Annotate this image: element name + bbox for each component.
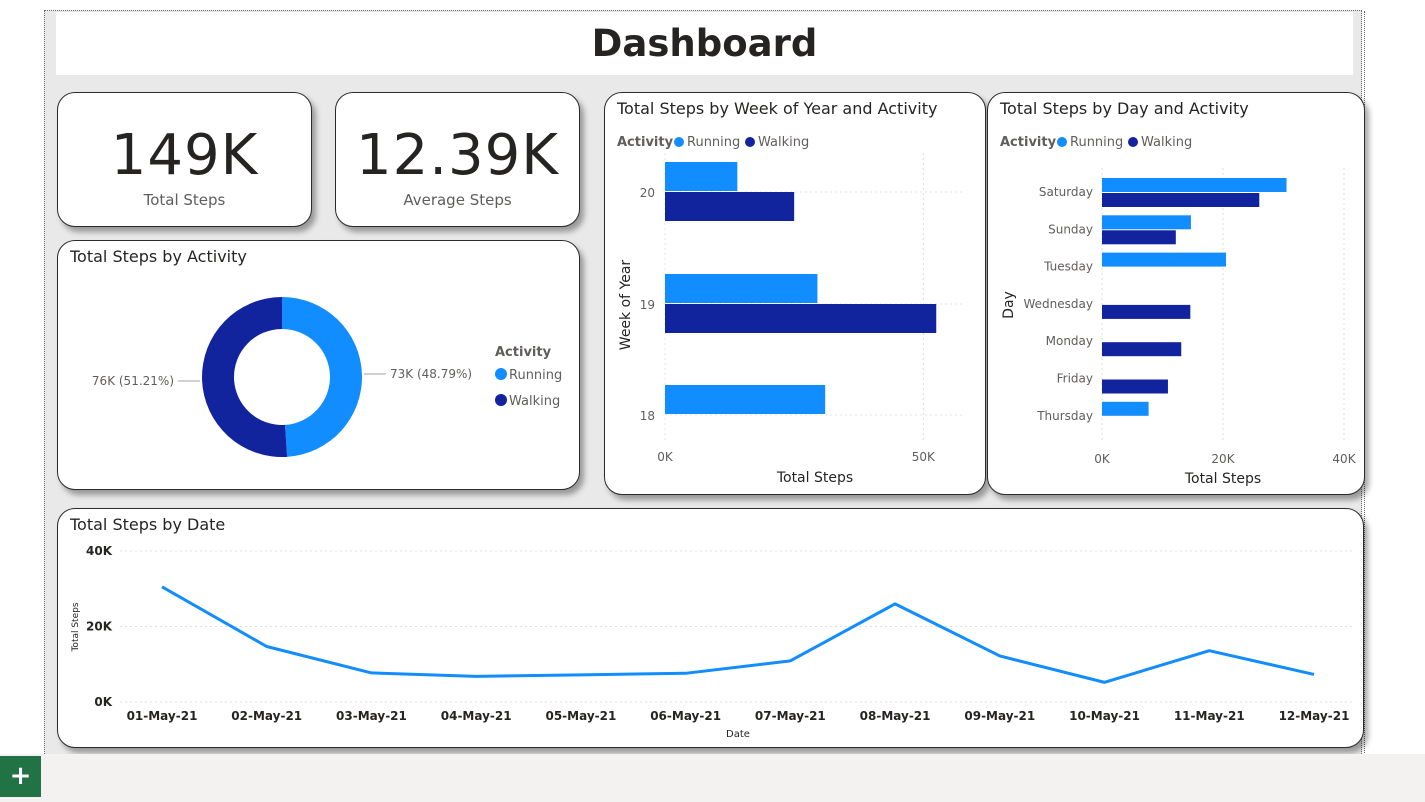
y-tick-label: 19 — [640, 298, 655, 312]
add-page-button[interactable]: + — [0, 756, 41, 797]
donut-chart-card[interactable]: Total Steps by Activity 73K (48.79%) 76K … — [57, 240, 580, 490]
y-tick-label: 18 — [640, 409, 655, 423]
bar-running-saturday — [1102, 178, 1287, 192]
page-title: Dashboard — [591, 22, 818, 65]
x-axis-label: Total Steps — [776, 470, 853, 486]
donut-slice-running — [282, 297, 363, 457]
y-tick-label: Thursday — [1036, 409, 1093, 423]
y-tick-label: Sunday — [1048, 222, 1093, 236]
y-axis-label: Total Steps — [71, 602, 81, 652]
bar-walking-friday — [1102, 379, 1168, 394]
bar-walking-saturday — [1102, 193, 1260, 207]
x-tick-label: 11-May-21 — [1174, 709, 1245, 723]
kpi-value: 149K — [110, 123, 259, 188]
date-line-chart: 0K 20K 40K 01-May-21 02-May-21 03-May-21 04-Ma… — [71, 544, 1354, 740]
x-tick-label: 08-May-21 — [860, 709, 931, 723]
bar-walking-wednesday — [1102, 304, 1191, 319]
kpi-label: Average Steps — [403, 191, 512, 209]
y-tick-label: 0K — [94, 695, 112, 709]
legend-title: Activity — [617, 135, 674, 150]
y-tick-label: Tuesday — [1043, 260, 1093, 274]
bar-running-week-19 — [665, 274, 818, 303]
legend-title: Activity — [495, 345, 552, 360]
bar-walking-week-20 — [665, 192, 795, 221]
legend-marker-running — [1057, 137, 1067, 147]
legend-marker-walking — [495, 394, 507, 406]
day-chart-card[interactable]: Total Steps by Day and Activity Activity… — [987, 92, 1365, 495]
donut-chart: 73K (48.79%) 76K (51.21%) Activity Running W… — [92, 297, 562, 457]
x-tick-label: 20K — [1211, 452, 1235, 466]
x-axis-label: Date — [726, 729, 750, 740]
page-tabs-bar — [0, 754, 1425, 802]
legend-label-walking: Walking — [758, 135, 809, 150]
legend-marker-running — [674, 137, 684, 147]
y-axis-label: Day — [1001, 291, 1017, 319]
bar-running-week-20 — [665, 162, 738, 191]
legend-marker-walking — [1128, 137, 1138, 147]
y-tick-label: 20K — [86, 620, 113, 634]
data-label-running: 73K (48.79%) — [390, 367, 472, 381]
legend-marker-walking — [745, 137, 755, 147]
x-tick-label: 06-May-21 — [650, 709, 721, 723]
donut-slice-walking — [202, 297, 288, 457]
x-tick-label: 02-May-21 — [231, 709, 302, 723]
legend-label-running: Running — [1070, 135, 1123, 150]
legend-label-walking: Walking — [509, 394, 560, 409]
kpi-label: Total Steps — [143, 191, 226, 209]
dashboard-header: Dashboard — [56, 12, 1353, 75]
x-tick-label: 04-May-21 — [441, 709, 512, 723]
legend-label-running: Running — [509, 368, 562, 383]
kpi-value: 12.39K — [355, 123, 560, 188]
legend-label-running: Running — [687, 135, 740, 150]
x-tick-label: 10-May-21 — [1069, 709, 1140, 723]
bar-running-tuesday — [1102, 252, 1227, 267]
plus-icon: + — [9, 761, 32, 791]
bar-running-thursday — [1102, 401, 1149, 416]
kpi-card-average-steps[interactable]: 12.39K Average Steps — [335, 92, 580, 227]
week-bar-chart: Activity Running Walking 20 19 18 0K 50K Total S… — [617, 135, 965, 486]
y-tick-label: Wednesday — [1024, 297, 1093, 311]
y-tick-label: 40K — [86, 544, 113, 558]
data-label-walking: 76K (51.21%) — [92, 374, 174, 388]
bar-running-sunday — [1102, 215, 1191, 230]
legend-title: Activity — [1000, 135, 1057, 150]
series-line-total-steps — [161, 585, 1315, 684]
y-tick-label: Saturday — [1039, 185, 1093, 199]
legend-label-walking: Walking — [1141, 135, 1192, 150]
x-tick-label: 01-May-21 — [127, 709, 198, 723]
y-tick-label: 20 — [640, 186, 655, 200]
x-tick-label: 50K — [912, 450, 936, 464]
bar-running-week-18 — [665, 385, 826, 414]
week-chart-card[interactable]: Total Steps by Week of Year and Activity… — [604, 92, 986, 495]
x-tick-label: 0K — [657, 450, 674, 464]
x-tick-label: 03-May-21 — [336, 709, 407, 723]
x-tick-label: 0K — [1094, 452, 1111, 466]
x-tick-label: 07-May-21 — [755, 709, 826, 723]
y-axis-label: Week of Year — [618, 260, 634, 351]
kpi-card-total-steps[interactable]: 149K Total Steps — [57, 92, 312, 227]
bar-walking-monday — [1102, 342, 1182, 357]
day-bar-chart: Activity Running Walking Saturday Sunday Tues… — [1000, 135, 1357, 487]
bar-walking-sunday — [1102, 230, 1176, 245]
y-tick-label: Friday — [1057, 372, 1093, 386]
x-axis-label: Total Steps — [1184, 471, 1261, 487]
x-tick-label: 09-May-21 — [964, 709, 1035, 723]
x-tick-label: 05-May-21 — [545, 709, 616, 723]
x-tick-label: 40K — [1332, 452, 1356, 466]
x-tick-label: 12-May-21 — [1279, 709, 1350, 723]
bar-walking-week-19 — [665, 304, 937, 333]
y-tick-label: Monday — [1046, 334, 1093, 348]
legend-marker-running — [495, 368, 507, 380]
date-chart-card[interactable]: Total Steps by Date 0K 20K 40K 01-May-21 02-… — [57, 508, 1364, 748]
